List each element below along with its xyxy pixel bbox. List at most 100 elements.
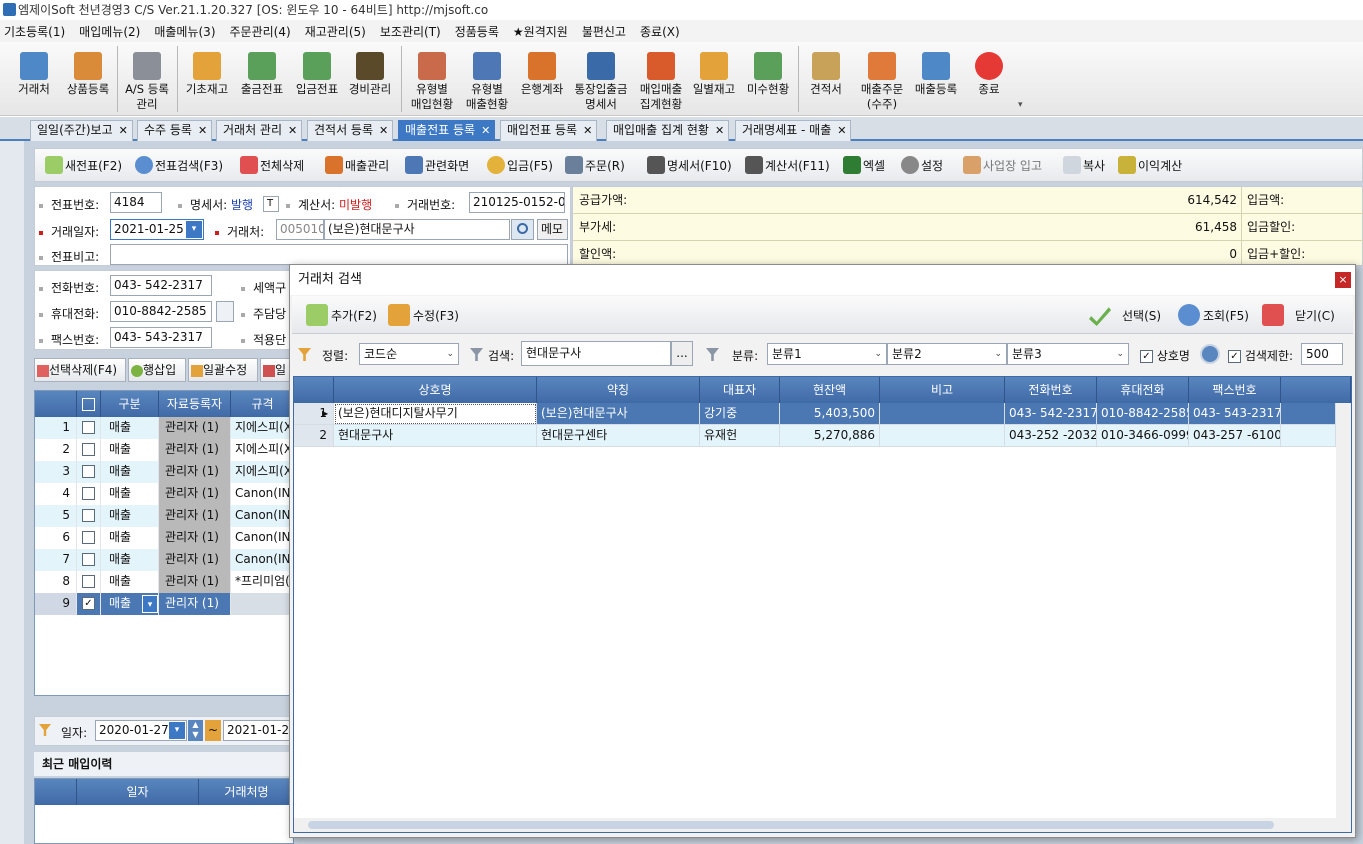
row-checkbox[interactable] [77, 483, 101, 505]
ribbon-sales-entry-button[interactable]: 매출등록 [908, 42, 964, 116]
cell-memo[interactable] [880, 425, 1005, 447]
table-row[interactable]: 6 매출 관리자 (1) Canon(INK [35, 527, 295, 549]
trade-number-field[interactable]: 210125-0152-01 [469, 192, 565, 213]
menu-remote[interactable]: ★원격지원 [513, 23, 568, 40]
row-type[interactable]: 매출 [101, 417, 159, 439]
scroll-thumb[interactable] [308, 821, 1274, 829]
row-type[interactable]: 매출 [101, 549, 159, 571]
table-row[interactable]: 1 매출 관리자 (1) 지에스피(X [35, 417, 295, 439]
client-code-field[interactable]: 005010 [276, 219, 324, 240]
tab-order-entry[interactable]: 수주 등록 ✕ [137, 120, 213, 141]
search-input[interactable]: 현대문구사 [521, 341, 671, 366]
sort-select[interactable]: 코드순 ⌄ [359, 343, 459, 365]
phone-field[interactable]: 043- 542-2317 [110, 275, 212, 296]
row-checkbox[interactable] [77, 549, 101, 571]
table-row[interactable]: 5 매출 관리자 (1) Canon(INK [35, 505, 295, 527]
category3-select[interactable]: 분류3 ⌄ [1007, 343, 1129, 365]
memo-button[interactable]: 메모 [537, 219, 568, 240]
close-icon[interactable]: ✕ [837, 124, 846, 137]
tab-client-mgmt[interactable]: 거래처 관리 ✕ [216, 120, 303, 141]
edit-client-button[interactable]: 수정(F3) [388, 296, 459, 334]
cell-short[interactable]: (보은)현대문구사 [537, 403, 700, 425]
cell-memo[interactable] [880, 403, 1005, 425]
ribbon-receivable-button[interactable]: 미수현황 [741, 42, 795, 116]
close-icon[interactable]: ✕ [198, 124, 207, 137]
close-icon[interactable]: ✕ [119, 124, 128, 137]
dialog-close-icon[interactable]: × [1335, 272, 1351, 288]
menu-basic[interactable]: 기초등록(1) [4, 23, 65, 40]
cell-name[interactable]: (보은)현대디지탈사무기 [334, 403, 537, 425]
col-header-name[interactable]: 상호명 [334, 377, 537, 403]
limit-checkbox[interactable]: ✓ 검색제한: [1228, 347, 1293, 364]
cell-fax[interactable]: 043-257 -6100 [1189, 425, 1281, 447]
deposit-button[interactable]: 입금(F5) [487, 149, 553, 181]
cell-short[interactable]: 현대문구센타 [537, 425, 700, 447]
menu-license[interactable]: 정품등록 [455, 23, 499, 40]
row-checkbox[interactable] [77, 461, 101, 483]
tab-trade-statement[interactable]: 거래명세표 - 매출 ✕ [735, 120, 852, 141]
col-header-type[interactable]: 구분 [101, 391, 159, 417]
settings-button[interactable]: 설정 [901, 149, 943, 181]
cell-fax[interactable]: 043- 543-2317 [1189, 403, 1281, 425]
row-spec[interactable]: Canon(INK [231, 483, 295, 505]
col-header-user[interactable]: 자료등록자 [159, 391, 231, 417]
menu-order[interactable]: 주문관리(4) [230, 23, 291, 40]
calendar-dropdown-icon[interactable]: ▾ [186, 221, 202, 238]
excel-button[interactable]: 엑셀 [843, 149, 885, 181]
horizontal-scrollbar[interactable] [294, 818, 1351, 832]
search-browse-button[interactable]: ... [671, 341, 693, 366]
copy-button[interactable]: 복사 [1063, 149, 1105, 181]
select-delete-button[interactable]: 선택삭제(F4) [34, 358, 126, 382]
client-name-field[interactable]: (보은)현대문구사 [324, 219, 510, 240]
row-spec[interactable] [231, 593, 295, 615]
row-spec[interactable]: Canon(INK [231, 527, 295, 549]
close-icon[interactable]: ✕ [583, 124, 592, 137]
row-checkbox[interactable] [77, 527, 101, 549]
menu-exit[interactable]: 종료(X) [640, 23, 680, 40]
cell-mobile[interactable]: 010-3466-0999 [1097, 425, 1189, 447]
client-row[interactable]: 1 (보은)현대디지탈사무기 (보은)현대문구사 강기중 5,403,500 043- 5… [294, 403, 1336, 425]
row-type[interactable]: 매출 [101, 505, 159, 527]
tab-sales-slip[interactable]: 매출전표 등록 ✕ [398, 120, 496, 141]
menu-purchase[interactable]: 매입메뉴(2) [79, 23, 140, 40]
ribbon-withdraw-button[interactable]: 출금전표 [235, 42, 289, 116]
row-checkbox[interactable] [77, 417, 101, 439]
col-header-balance[interactable]: 현잔액 [780, 377, 880, 403]
ribbon-sales-type-button[interactable]: 유형별 매출현황 [459, 42, 515, 116]
ribbon-exit-button[interactable]: 종료 [966, 42, 1012, 116]
col-header-ceo[interactable]: 대표자 [700, 377, 780, 403]
slip-search-button[interactable]: 전표검색(F3) [135, 149, 223, 181]
ribbon-passbook-button[interactable]: 통장입출금 명세서 [569, 42, 633, 116]
ribbon-deposit-button[interactable]: 입금전표 [290, 42, 344, 116]
row-type[interactable]: 매출 [101, 483, 159, 505]
cell-phone[interactable]: 043- 542-2317 [1005, 403, 1097, 425]
site-receipt-button[interactable]: 사업장 입고 [963, 149, 1042, 181]
row-spec[interactable]: Canon(INK [231, 505, 295, 527]
limit-input[interactable]: 500 [1301, 343, 1343, 365]
table-row[interactable]: 2 매출 관리자 (1) 지에스피(X [35, 439, 295, 461]
table-row[interactable]: 8 매출 관리자 (1) *프리미엄( [35, 571, 295, 593]
table-row[interactable]: 9 ✓ 매출 관리자 (1) [35, 593, 295, 615]
col-header-phone[interactable]: 전화번호 [1005, 377, 1097, 403]
cell-ceo[interactable]: 강기중 [700, 403, 780, 425]
ribbon-more-icon[interactable]: ▾ [1018, 100, 1023, 110]
cell-phone[interactable]: 043-252 -2032 [1005, 425, 1097, 447]
row-type[interactable]: 매출 [101, 527, 159, 549]
row-spec[interactable]: 지에스피(X [231, 461, 295, 483]
row-checkbox[interactable]: ✓ [77, 593, 101, 615]
menu-inventory[interactable]: 재고관리(5) [305, 23, 366, 40]
menu-sales[interactable]: 매출메뉴(3) [154, 23, 215, 40]
date-to-field[interactable]: 2021-01-26 [223, 720, 295, 741]
statement-t-button[interactable]: T [263, 196, 279, 212]
row-checkbox[interactable] [77, 439, 101, 461]
cell-balance[interactable]: 5,270,886 [780, 425, 880, 447]
select-button[interactable]: 선택(S) [1089, 296, 1161, 334]
close-icon[interactable]: ✕ [481, 124, 490, 137]
close-dialog-button[interactable]: 닫기(C) [1262, 296, 1335, 334]
row-type[interactable]: 매출 [101, 461, 159, 483]
row-type[interactable]: 매출 [101, 571, 159, 593]
slip-number-field[interactable]: 4184 [110, 192, 162, 213]
table-row[interactable]: 7 매출 관리자 (1) Canon(INK [35, 549, 295, 571]
col-header-mobile[interactable]: 휴대전화 [1097, 377, 1189, 403]
fax-field[interactable]: 043- 543-2317 [110, 327, 212, 348]
